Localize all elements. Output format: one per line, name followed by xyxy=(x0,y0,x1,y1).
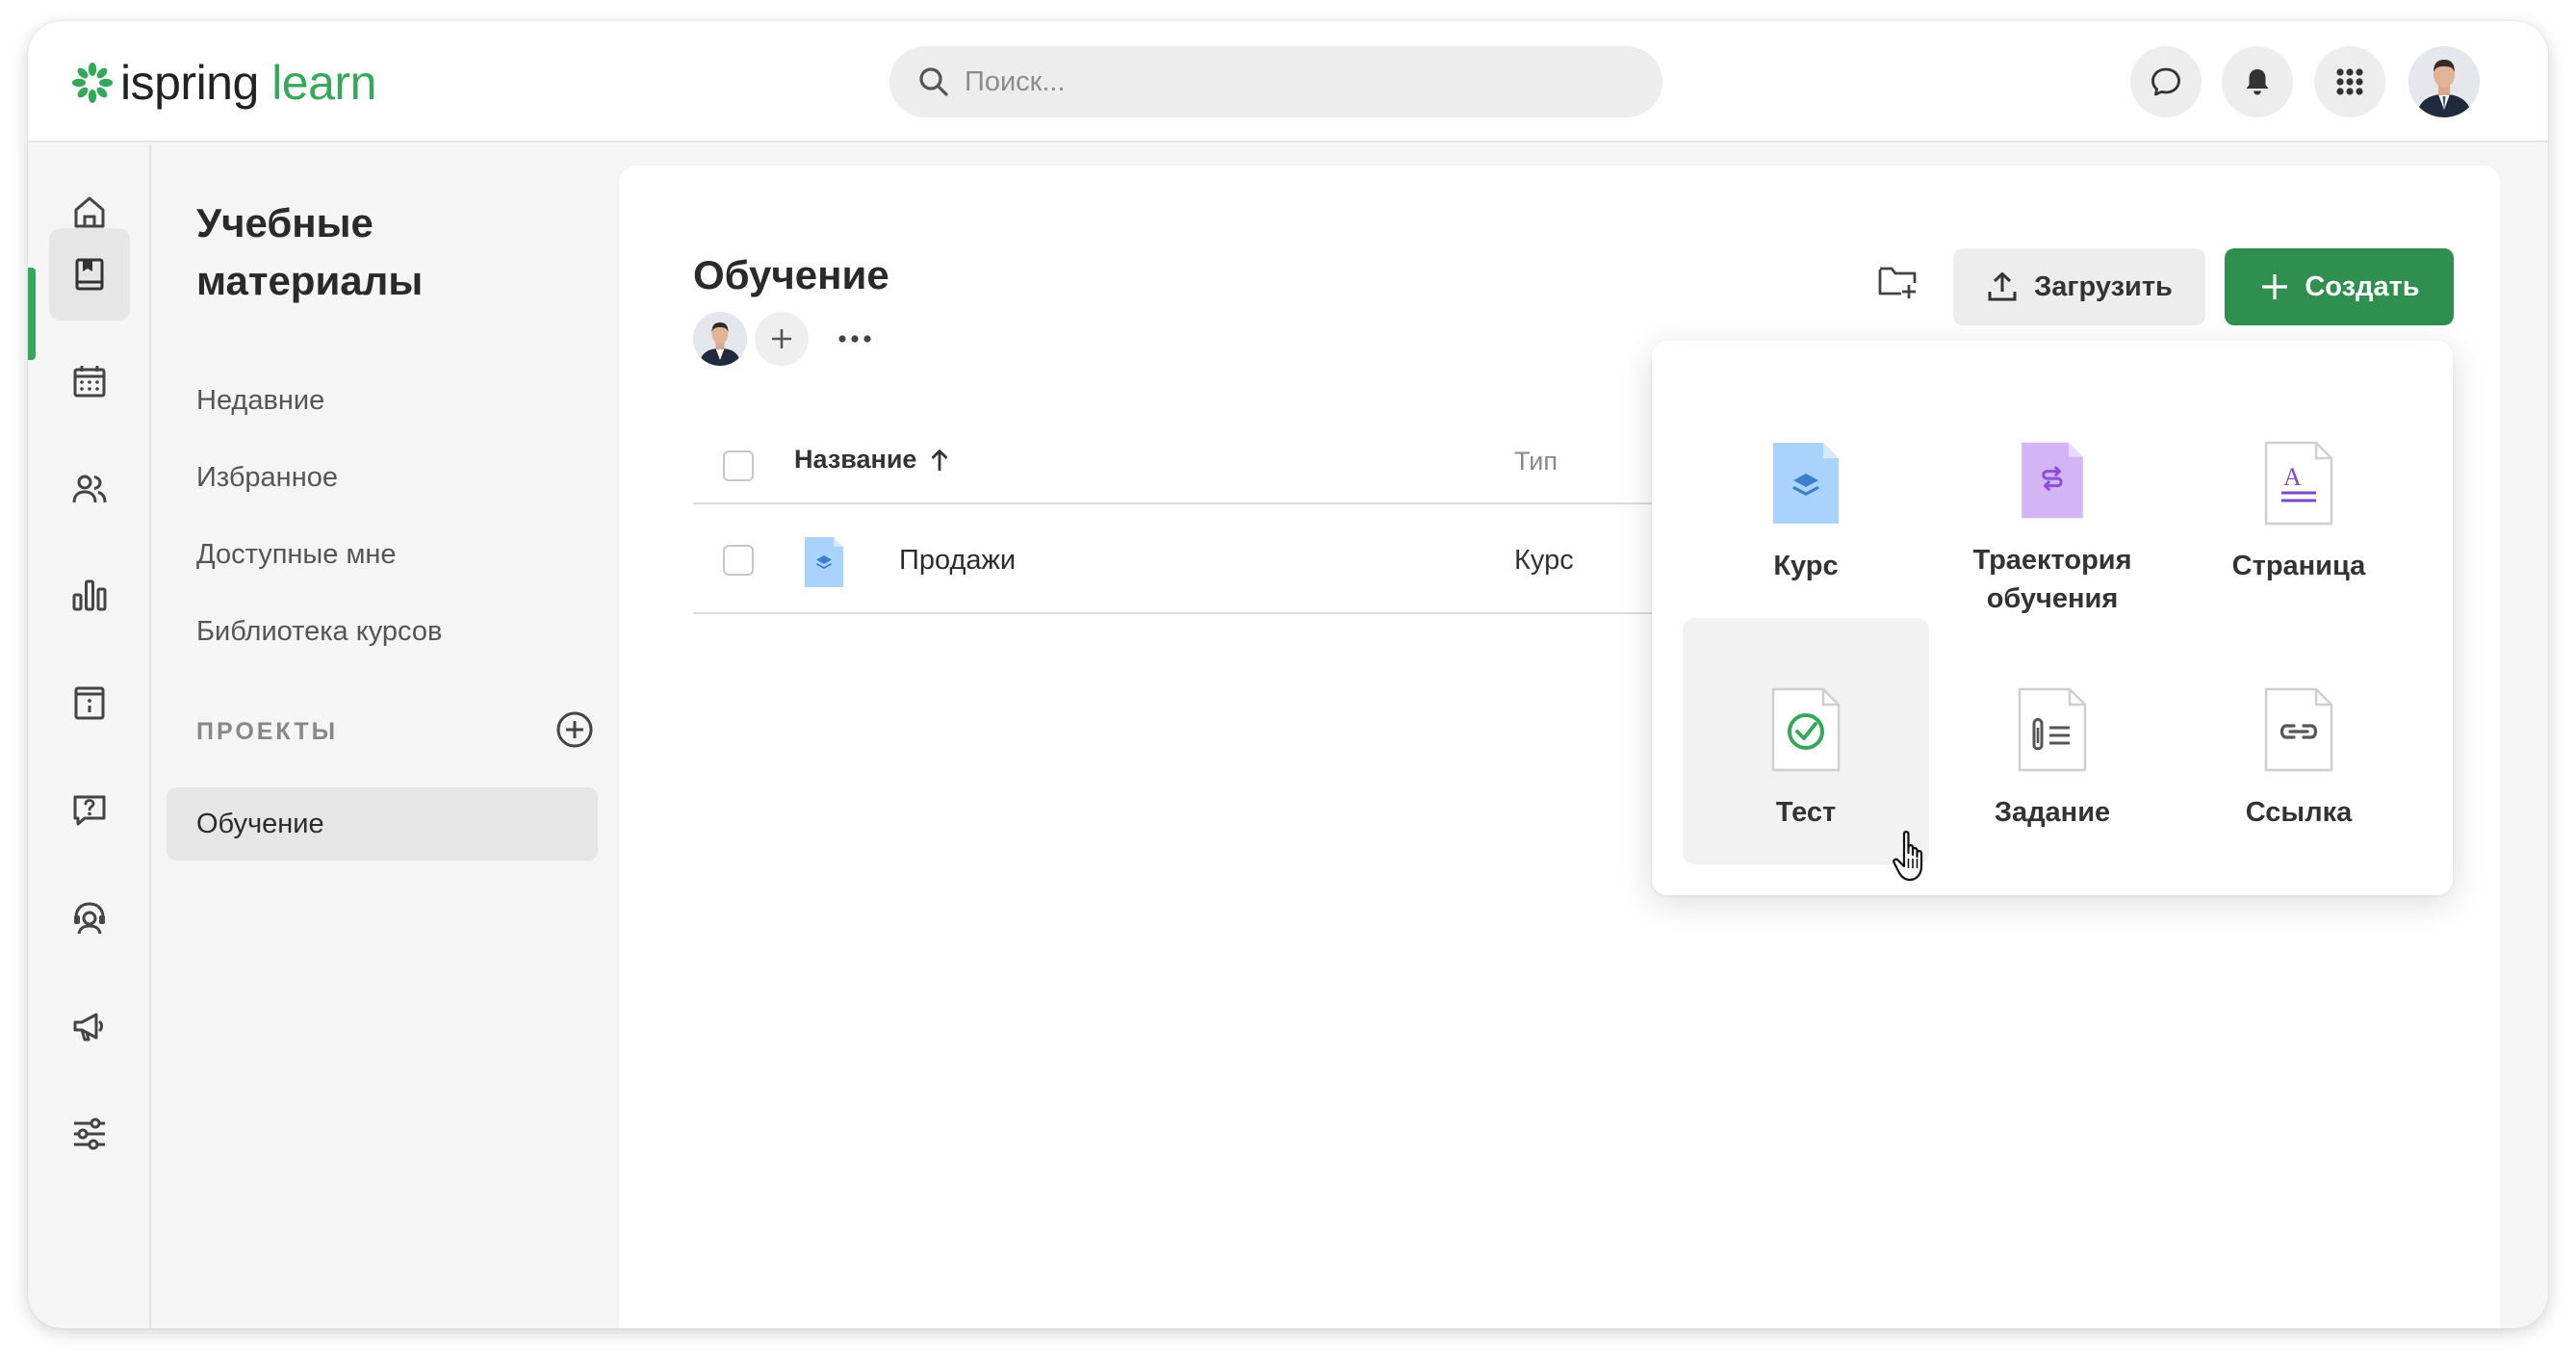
row-checkbox[interactable] xyxy=(723,545,754,576)
announcements-icon xyxy=(73,1013,103,1042)
apps-grid-icon xyxy=(2336,68,2363,95)
logo-text-ispring: ispring xyxy=(120,56,259,110)
users-icon xyxy=(72,475,107,503)
user-avatar[interactable] xyxy=(2409,46,2480,117)
member-avatar[interactable] xyxy=(693,312,747,366)
nav-info-board[interactable] xyxy=(49,656,130,749)
plus-icon xyxy=(2262,274,2288,299)
page-title: Обучение xyxy=(693,252,889,297)
bell-icon xyxy=(2246,69,2269,95)
nav-help[interactable] xyxy=(49,764,130,857)
more-options-button[interactable] xyxy=(828,312,882,366)
upload-button[interactable]: Загрузить xyxy=(1953,248,2205,325)
link-icon xyxy=(2264,687,2333,772)
nav-reports[interactable] xyxy=(49,549,130,641)
project-label: Обучение xyxy=(196,808,324,839)
create-link-option[interactable]: Ссылка xyxy=(2176,618,2422,864)
top-bar: ispring learn xyxy=(28,21,2548,142)
add-member-button[interactable] xyxy=(755,312,809,366)
user-avatar-image xyxy=(2409,46,2480,117)
project-members xyxy=(693,310,882,368)
ispring-learn-logo[interactable]: ispring learn xyxy=(70,54,376,112)
logo-text: ispring learn xyxy=(120,59,376,107)
page-icon: A xyxy=(2264,441,2333,526)
create-learning-path-option[interactable]: Траектория обучения xyxy=(1929,372,2176,618)
svg-text:A: A xyxy=(2283,463,2302,491)
more-horizontal-icon xyxy=(838,335,871,343)
sidebar-item-project[interactable]: Обучение xyxy=(167,787,598,861)
home-icon xyxy=(74,196,105,228)
upload-icon xyxy=(1988,272,2017,301)
column-header-name[interactable]: Название xyxy=(794,445,953,475)
reports-icon xyxy=(72,579,107,611)
create-label: Создать xyxy=(2305,270,2420,302)
nav-announcements[interactable] xyxy=(49,980,130,1072)
create-page-option[interactable]: A Страница xyxy=(2176,372,2422,618)
projects-section-label: ПРОЕКТЫ xyxy=(196,718,339,745)
nav-rail xyxy=(28,144,151,1328)
sidebar-item-shared[interactable]: Доступные мне xyxy=(196,539,397,571)
support-agent-icon xyxy=(74,902,105,935)
calendar-icon xyxy=(73,366,106,398)
create-course-option[interactable]: Курс xyxy=(1683,372,1929,618)
create-assignment-label: Задание xyxy=(1994,797,2111,828)
add-project-icon[interactable] xyxy=(555,710,594,749)
plus-icon xyxy=(772,329,791,348)
nav-users[interactable] xyxy=(49,443,130,535)
nav-settings[interactable] xyxy=(49,1088,130,1180)
logo-icon xyxy=(72,63,113,103)
sidebar-item-favorites[interactable]: Избранное xyxy=(196,462,338,494)
nav-support[interactable] xyxy=(49,872,130,964)
assignment-icon xyxy=(2018,687,2087,772)
new-folder-button[interactable] xyxy=(1861,243,1934,320)
search-icon xyxy=(919,67,948,96)
materials-sidebar: Учебные материалы Недавние Избранное Дос… xyxy=(153,144,623,1328)
sidebar-item-course-library[interactable]: Библиотека курсов xyxy=(196,616,442,648)
course-icon xyxy=(805,537,843,587)
chat-button[interactable] xyxy=(2130,46,2202,117)
create-course-label: Курс xyxy=(1773,551,1839,581)
create-menu: Курс Траектория обучения A Страница Тест… xyxy=(1652,341,2453,895)
upload-label: Загрузить xyxy=(2034,270,2173,302)
row-title[interactable]: Продажи xyxy=(899,545,1016,577)
nav-materials[interactable] xyxy=(49,228,130,321)
test-icon xyxy=(1771,687,1841,772)
member-avatar-image xyxy=(693,312,747,366)
select-all-checkbox[interactable] xyxy=(723,450,754,481)
materials-icon xyxy=(75,258,104,291)
info-board-icon xyxy=(74,686,105,720)
help-icon xyxy=(73,795,106,826)
folder-add-icon xyxy=(1878,267,1917,298)
app-window: ispring learn Поиск... Учебные материалы… xyxy=(28,21,2548,1328)
learning-path-icon xyxy=(2022,442,2083,519)
nav-active-indicator xyxy=(28,268,36,360)
apps-button[interactable] xyxy=(2314,46,2385,117)
hand-cursor-icon xyxy=(1893,831,1923,882)
chat-icon xyxy=(2151,67,2180,96)
sort-ascending-icon xyxy=(931,449,948,471)
column-name-label: Название xyxy=(794,445,917,474)
column-header-type[interactable]: Тип xyxy=(1514,447,1558,476)
nav-calendar[interactable] xyxy=(49,335,130,427)
create-learning-path-label: Траектория обучения xyxy=(1972,545,2132,614)
course-icon xyxy=(1773,443,1839,524)
table-header: Название Тип xyxy=(693,427,1656,504)
settings-sliders-icon xyxy=(74,1118,105,1150)
create-button[interactable]: Создать xyxy=(2225,248,2454,325)
notifications-button[interactable] xyxy=(2222,46,2293,117)
row-type: Курс xyxy=(1514,545,1574,576)
table-row[interactable]: Продажи Курс xyxy=(693,506,1656,614)
create-test-label: Тест xyxy=(1775,797,1837,828)
logo-text-learn: learn xyxy=(271,56,376,110)
sidebar-item-recent[interactable]: Недавние xyxy=(196,385,324,417)
create-link-label: Ссылка xyxy=(2245,797,2353,828)
create-test-option[interactable]: Тест xyxy=(1683,618,1929,864)
sidebar-title: Учебные материалы xyxy=(196,200,424,303)
create-assignment-option[interactable]: Задание xyxy=(1929,618,2176,864)
search-box[interactable] xyxy=(889,46,1662,117)
search-input[interactable] xyxy=(965,65,1619,98)
create-page-label: Страница xyxy=(2231,551,2366,581)
